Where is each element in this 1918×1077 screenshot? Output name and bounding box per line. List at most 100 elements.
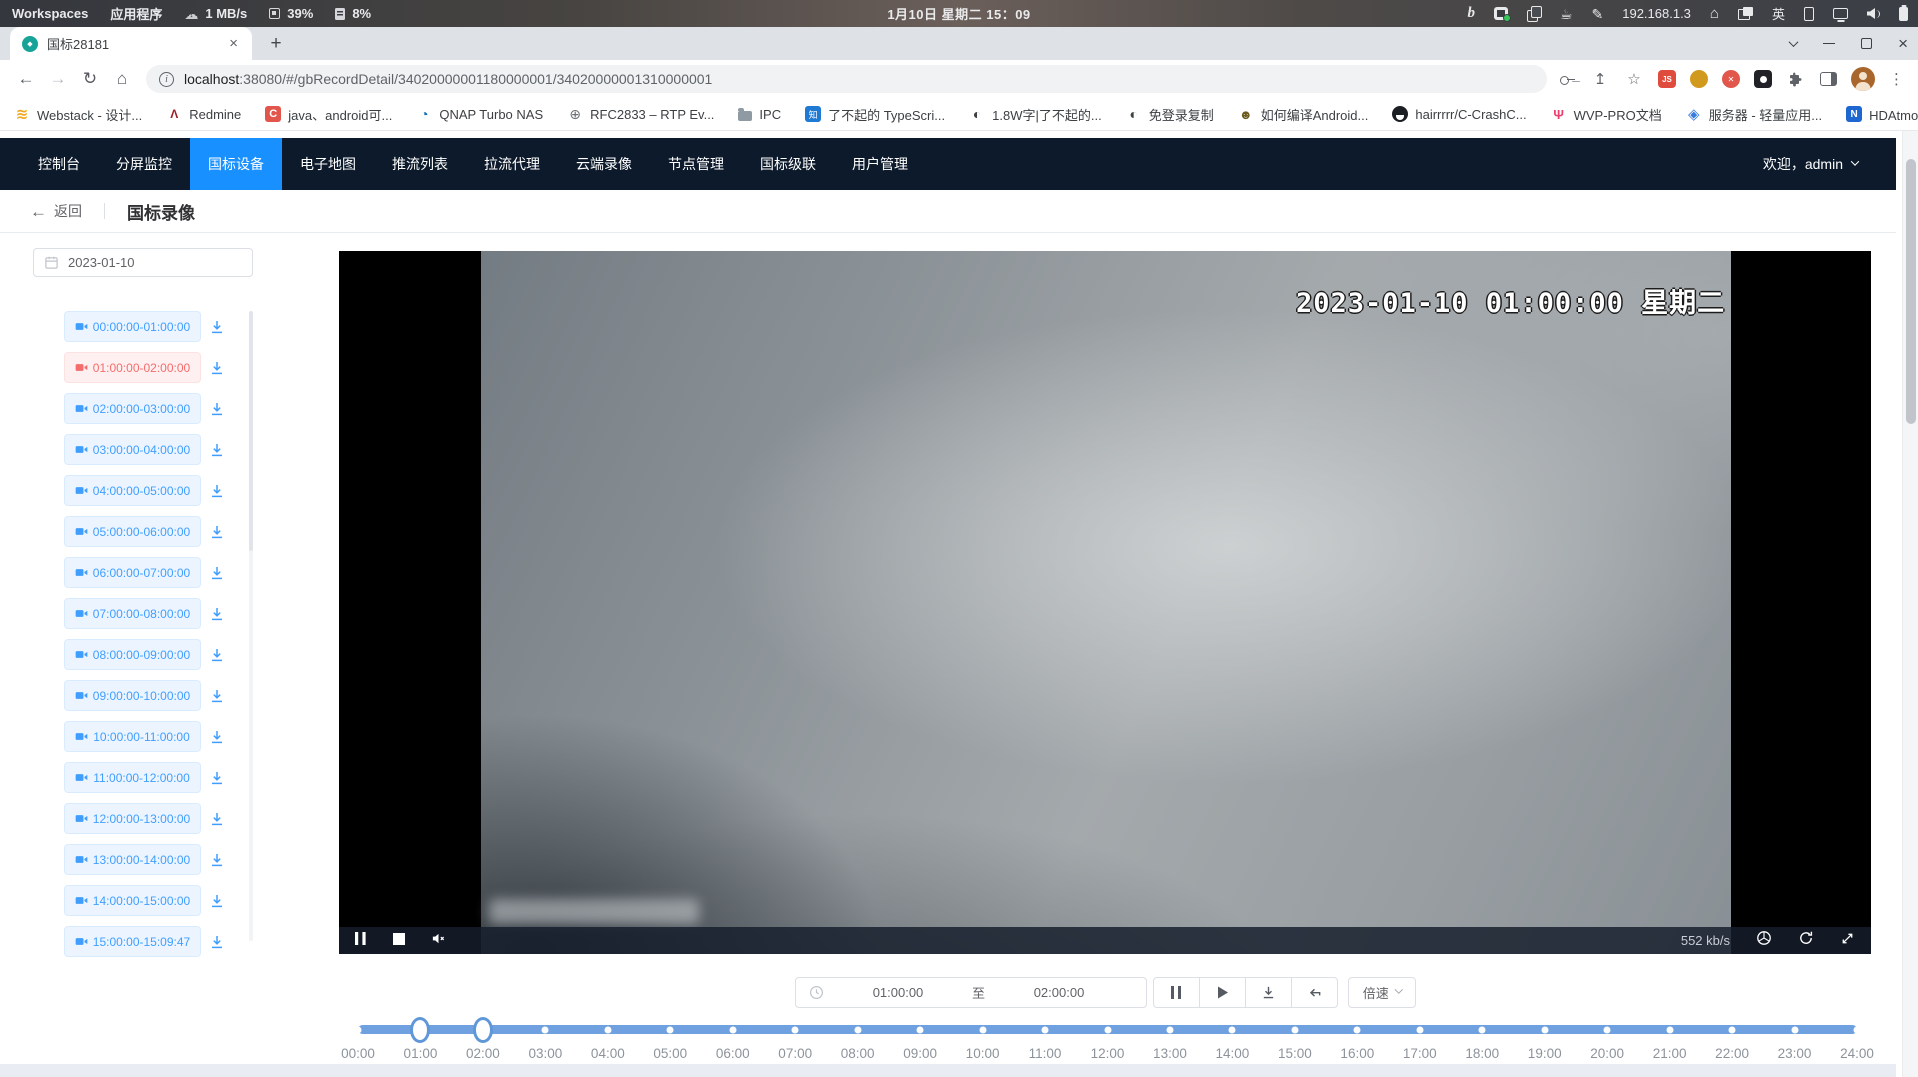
playback-download-button[interactable]	[1245, 977, 1292, 1008]
nav-tab[interactable]: 国标设备	[190, 138, 282, 190]
back-link[interactable]: ← 返回	[30, 201, 82, 221]
reload-button[interactable]: ↻	[74, 63, 106, 95]
recording-item[interactable]: 07:00:00-08:00:00	[64, 598, 201, 629]
tab-search-chevron-icon[interactable]	[1789, 37, 1799, 47]
download-button[interactable]	[208, 318, 225, 335]
extension-adblock-icon[interactable]: ✕	[1722, 70, 1740, 88]
bookmark-item[interactable]: 服务器 - 轻量应用...	[1686, 105, 1822, 124]
site-info-icon[interactable]: i	[159, 72, 174, 87]
recording-item[interactable]: 09:00:00-10:00:00	[64, 680, 201, 711]
download-button[interactable]	[208, 646, 225, 663]
home-tray-icon[interactable]: ⌂	[1710, 6, 1719, 21]
extension-dark-icon[interactable]	[1754, 70, 1772, 88]
download-button[interactable]	[208, 687, 225, 704]
recording-item[interactable]: 03:00:00-04:00:00	[64, 434, 201, 465]
extension-js-icon[interactable]: JS	[1658, 70, 1676, 88]
window-switcher-tray-icon[interactable]	[1738, 7, 1753, 20]
recording-item[interactable]: 01:00:00-02:00:00	[64, 352, 201, 383]
download-button[interactable]	[208, 523, 225, 540]
recording-item[interactable]: 06:00:00-07:00:00	[64, 557, 201, 588]
player-mute-button[interactable]	[431, 931, 446, 951]
date-picker[interactable]: 2023-01-10	[33, 248, 253, 277]
window-close-button[interactable]: ×	[1898, 35, 1908, 52]
bookmark-item[interactable]: 1.8W字|了不起的...	[969, 105, 1102, 124]
sidebar-scrollbar-thumb[interactable]	[249, 311, 253, 551]
video-player[interactable]: 2023-01-10 01:00:00 星期二 552 kb/s	[339, 251, 1871, 954]
share-icon[interactable]: ↥	[1590, 69, 1610, 89]
back-button[interactable]: ←	[10, 63, 42, 95]
nav-tab[interactable]: 控制台	[20, 138, 98, 190]
recording-item[interactable]: 11:00:00-12:00:00	[64, 762, 201, 793]
download-button[interactable]	[208, 564, 225, 581]
home-button[interactable]: ⌂	[106, 63, 138, 95]
page-scrollbar[interactable]	[1902, 131, 1918, 1077]
refresh-button[interactable]	[1798, 930, 1814, 951]
nav-tab[interactable]: 云端录像	[558, 138, 650, 190]
download-button[interactable]	[208, 769, 225, 786]
window-minimize-button[interactable]	[1823, 43, 1835, 45]
slider-handle-end[interactable]	[473, 1017, 493, 1043]
bookmark-item[interactable]: 如何编译Android...	[1238, 105, 1369, 124]
start-time-value[interactable]: 01:00:00	[824, 985, 972, 1000]
caffeine-tray-icon[interactable]: ☕	[1560, 7, 1573, 21]
speed-dropdown[interactable]: 倍速	[1348, 977, 1416, 1008]
bookmark-item[interactable]: WVP-PRO文档	[1551, 105, 1662, 124]
recording-item[interactable]: 08:00:00-09:00:00	[64, 639, 201, 670]
playback-pause-button[interactable]	[1153, 977, 1200, 1008]
player-pause-button[interactable]	[355, 932, 367, 950]
clipboard-tray-icon[interactable]	[1527, 6, 1541, 21]
input-method-indicator[interactable]: 英	[1772, 4, 1785, 23]
forward-button[interactable]: →	[42, 63, 74, 95]
bookmark-item[interactable]: 了不起的 TypeScri...	[805, 105, 945, 124]
color-picker-tray-icon[interactable]: ✎	[1592, 7, 1604, 21]
nav-tab[interactable]: 分屏监控	[98, 138, 190, 190]
profile-avatar[interactable]	[1851, 67, 1875, 91]
playback-play-button[interactable]	[1199, 977, 1246, 1008]
volume-tray-icon[interactable]	[1867, 8, 1880, 19]
nav-tab[interactable]: 拉流代理	[466, 138, 558, 190]
time-range-input[interactable]: 01:00:00 至 02:00:00	[795, 977, 1147, 1008]
download-button[interactable]	[208, 810, 225, 827]
recording-item[interactable]: 05:00:00-06:00:00	[64, 516, 201, 547]
extensions-puzzle-icon[interactable]	[1786, 69, 1806, 89]
page-scrollbar-thumb[interactable]	[1906, 159, 1916, 424]
url-bar[interactable]: i localhost:38080/#/gbRecordDetail/34020…	[146, 65, 1547, 93]
welcome-dropdown[interactable]: 欢迎，admin	[1763, 154, 1858, 174]
player-stop-button[interactable]	[393, 932, 405, 950]
window-maximize-button[interactable]	[1861, 38, 1872, 49]
recording-item[interactable]: 14:00:00-15:00:00	[64, 885, 201, 916]
download-button[interactable]	[208, 482, 225, 499]
display-tray-icon[interactable]	[1833, 8, 1848, 19]
bookmark-item[interactable]: IPC	[738, 107, 781, 122]
recording-item[interactable]: 12:00:00-13:00:00	[64, 803, 201, 834]
recording-item[interactable]: 10:00:00-11:00:00	[64, 721, 201, 752]
timeline-slider[interactable]	[358, 1021, 1857, 1039]
bookmark-item[interactable]: hairrrrr/C-CrashC...	[1392, 106, 1526, 122]
bookmark-item[interactable]: RFC2833 – RTP Ev...	[567, 106, 714, 122]
device-tray-icon[interactable]	[1804, 7, 1814, 21]
bookmark-item[interactable]: java、android可...	[265, 105, 392, 124]
download-button[interactable]	[208, 359, 225, 376]
bookmark-item[interactable]: Redmine	[166, 106, 241, 122]
download-button[interactable]	[208, 400, 225, 417]
end-time-value[interactable]: 02:00:00	[985, 985, 1133, 1000]
clock[interactable]: 1月10日 星期二 15：09	[887, 4, 1030, 23]
download-button[interactable]	[208, 851, 225, 868]
sidebar-scrollbar[interactable]	[249, 311, 253, 941]
bookmark-item[interactable]: HDAtmos :: 种子 *...	[1846, 105, 1918, 124]
workspaces-button[interactable]: Workspaces	[12, 6, 88, 21]
download-button[interactable]	[208, 728, 225, 745]
tray-app-b-icon[interactable]: b	[1467, 6, 1475, 21]
download-button[interactable]	[208, 933, 225, 950]
snapshot-button[interactable]	[1756, 930, 1772, 951]
slider-handle-start[interactable]	[410, 1017, 430, 1043]
download-button[interactable]	[208, 605, 225, 622]
nav-tab[interactable]: 国标级联	[742, 138, 834, 190]
new-tab-button[interactable]: +	[264, 32, 288, 56]
fullscreen-button[interactable]	[1840, 931, 1855, 951]
bookmark-item[interactable]: Webstack - 设计...	[14, 105, 142, 124]
nav-tab[interactable]: 推流列表	[374, 138, 466, 190]
nav-tab[interactable]: 节点管理	[650, 138, 742, 190]
bookmark-item[interactable]: 免登录复制	[1126, 105, 1214, 124]
side-panel-icon[interactable]	[1820, 72, 1837, 86]
